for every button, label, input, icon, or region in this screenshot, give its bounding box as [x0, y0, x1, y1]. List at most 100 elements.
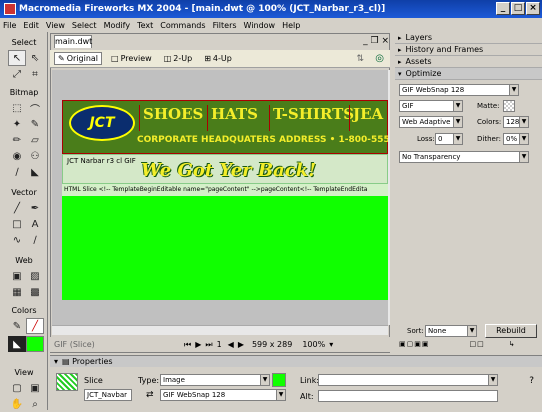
- crop-icon[interactable]: ⌗: [26, 66, 44, 82]
- layers-panel-header[interactable]: ▸ Layers: [395, 32, 542, 44]
- paint-bucket-icon[interactable]: ◣: [26, 164, 44, 180]
- alt-field[interactable]: [318, 390, 498, 402]
- export-icon[interactable]: ↳: [509, 340, 515, 350]
- dither-field[interactable]: 0% ▼: [503, 133, 529, 145]
- scale-icon[interactable]: ⤢: [8, 66, 26, 82]
- rectangle-icon[interactable]: □: [8, 216, 26, 232]
- menu-file[interactable]: File: [3, 21, 16, 30]
- canvas[interactable]: JCT SHOES HATS T-SHIRTS JEA CORPORATE HE…: [52, 70, 388, 325]
- optimize-panel-header[interactable]: ▾ Optimize: [395, 68, 542, 80]
- properties-header[interactable]: ▾ ▤ Properties: [50, 356, 542, 367]
- tab-original[interactable]: ✎ Original: [54, 52, 103, 65]
- colors-select[interactable]: 128 ▼: [503, 116, 529, 128]
- menu-window[interactable]: Window: [244, 21, 276, 30]
- transparent-icon[interactable]: ▢: [407, 340, 414, 350]
- nav-tshirts[interactable]: T-SHIRTS: [269, 105, 354, 131]
- quick-export-icon[interactable]: ⇅: [356, 54, 364, 64]
- horizontal-scrollbar[interactable]: [52, 325, 388, 335]
- brush-icon[interactable]: ✎: [26, 116, 44, 132]
- next-frame-icon[interactable]: ▶: [238, 340, 244, 349]
- slice-color-swatch[interactable]: [272, 373, 286, 387]
- hide-slices-icon[interactable]: ▦: [8, 284, 26, 300]
- fill-bucket-icon[interactable]: ◣: [8, 336, 26, 352]
- snap-icon[interactable]: ▣: [422, 340, 429, 350]
- matte-swatch[interactable]: [503, 100, 515, 112]
- magic-wand-icon[interactable]: ✦: [8, 116, 26, 132]
- tools-select-label: Select: [11, 38, 37, 47]
- menu-text[interactable]: Text: [137, 21, 153, 30]
- menu-select[interactable]: Select: [72, 21, 97, 30]
- fullscreen-mode-icon[interactable]: ▣: [26, 380, 44, 396]
- marquee-icon[interactable]: ⬚: [8, 100, 26, 116]
- prev-frame-icon[interactable]: ◀: [228, 340, 234, 349]
- slice-icon[interactable]: ▨: [26, 268, 44, 284]
- history-panel-header[interactable]: ▸ History and Frames: [395, 44, 542, 56]
- rubber-stamp-icon[interactable]: ⚇: [26, 148, 44, 164]
- last-frame-icon[interactable]: ⏭: [205, 340, 212, 350]
- type-select[interactable]: Image ▼: [160, 374, 270, 386]
- assets-panel-header[interactable]: ▸ Assets: [395, 56, 542, 68]
- first-frame-icon[interactable]: ⏮: [184, 340, 191, 350]
- fill-color-swatch[interactable]: [26, 336, 44, 352]
- transparency-select[interactable]: No Transparency ▼: [399, 151, 529, 163]
- loss-field[interactable]: 0 ▼: [435, 133, 463, 145]
- zoom-dropdown-icon[interactable]: ▾: [329, 340, 333, 349]
- freeform-icon[interactable]: ∿: [8, 232, 26, 248]
- pointer-icon[interactable]: ↖: [8, 50, 26, 66]
- menu-help[interactable]: Help: [282, 21, 300, 30]
- delete-color-icon[interactable]: □: [477, 340, 484, 350]
- eraser-icon[interactable]: ▱: [26, 132, 44, 148]
- knife-icon[interactable]: ∕: [26, 232, 44, 248]
- menu-filters[interactable]: Filters: [213, 21, 237, 30]
- tab-4up[interactable]: ⊞ 4-Up: [201, 53, 235, 64]
- hotspot-icon[interactable]: ▣: [8, 268, 26, 284]
- standard-mode-icon[interactable]: ▢: [8, 380, 26, 396]
- document-window-controls[interactable]: _ ❒ ×: [363, 36, 389, 46]
- minimize-button[interactable]: _: [496, 2, 510, 15]
- slice-name-field[interactable]: JCT_Navbar: [84, 389, 132, 401]
- tab-preview[interactable]: □ Preview: [108, 53, 155, 64]
- nav-hats[interactable]: HATS: [207, 105, 258, 131]
- format-select[interactable]: GIF ▼: [399, 100, 463, 112]
- maximize-button[interactable]: □: [511, 2, 525, 15]
- text-icon[interactable]: A: [26, 216, 44, 232]
- help-icon[interactable]: ?: [529, 376, 534, 386]
- html-slice[interactable]: HTML Slice <!-- TemplateBeginEditable na…: [62, 184, 388, 196]
- sort-select[interactable]: None ▼: [425, 325, 477, 337]
- subselect-icon[interactable]: ⇖: [26, 50, 44, 66]
- eyedropper-icon[interactable]: ∕: [8, 164, 26, 180]
- menu-edit[interactable]: Edit: [23, 21, 39, 30]
- zoom-level[interactable]: 100%: [302, 340, 325, 349]
- pen-icon[interactable]: ✒: [26, 200, 44, 216]
- tab-2up[interactable]: ◫ 2-Up: [161, 53, 195, 64]
- selected-slice[interactable]: JCT Narbar r3 cl GIF We Got Yer Back!: [62, 154, 388, 184]
- edit-color-icon[interactable]: ▣: [399, 340, 406, 350]
- pencil-icon[interactable]: ✏: [8, 132, 26, 148]
- nav-jeans[interactable]: JEA: [349, 105, 383, 131]
- menu-view[interactable]: View: [46, 21, 65, 30]
- preset-select[interactable]: GIF WebSnap 128 ▼: [399, 84, 519, 96]
- close-button[interactable]: ×: [526, 2, 540, 15]
- link-field[interactable]: ▼: [318, 374, 498, 386]
- nav-shoes[interactable]: SHOES: [139, 105, 203, 131]
- lock-icon[interactable]: ▣: [414, 340, 421, 350]
- blur-icon[interactable]: ◉: [8, 148, 26, 164]
- vertical-scrollbar[interactable]: [388, 70, 390, 325]
- banner-slice[interactable]: JCT SHOES HATS T-SHIRTS JEA CORPORATE HE…: [62, 100, 388, 154]
- play-icon[interactable]: ▶: [195, 340, 201, 349]
- document-tab[interactable]: main.dwt: [54, 35, 92, 48]
- export-preset-select[interactable]: GIF WebSnap 128 ▼: [160, 389, 286, 401]
- menu-modify[interactable]: Modify: [104, 21, 131, 30]
- colors-label: Colors:: [477, 118, 502, 126]
- dreamweaver-icon[interactable]: ◎: [375, 53, 384, 64]
- rebuild-button[interactable]: Rebuild: [485, 324, 537, 338]
- line-icon[interactable]: ╱: [8, 200, 26, 216]
- palette-select[interactable]: Web Adaptive ▼: [399, 116, 463, 128]
- menu-commands[interactable]: Commands: [160, 21, 205, 30]
- frame-number: 1: [216, 340, 222, 349]
- lasso-icon[interactable]: ⌒: [26, 100, 44, 116]
- stroke-color-icon[interactable]: ✎: [8, 318, 26, 334]
- add-color-icon[interactable]: □: [470, 340, 477, 350]
- show-slices-icon[interactable]: ▩: [26, 284, 44, 300]
- no-color-icon[interactable]: ╱: [26, 318, 44, 334]
